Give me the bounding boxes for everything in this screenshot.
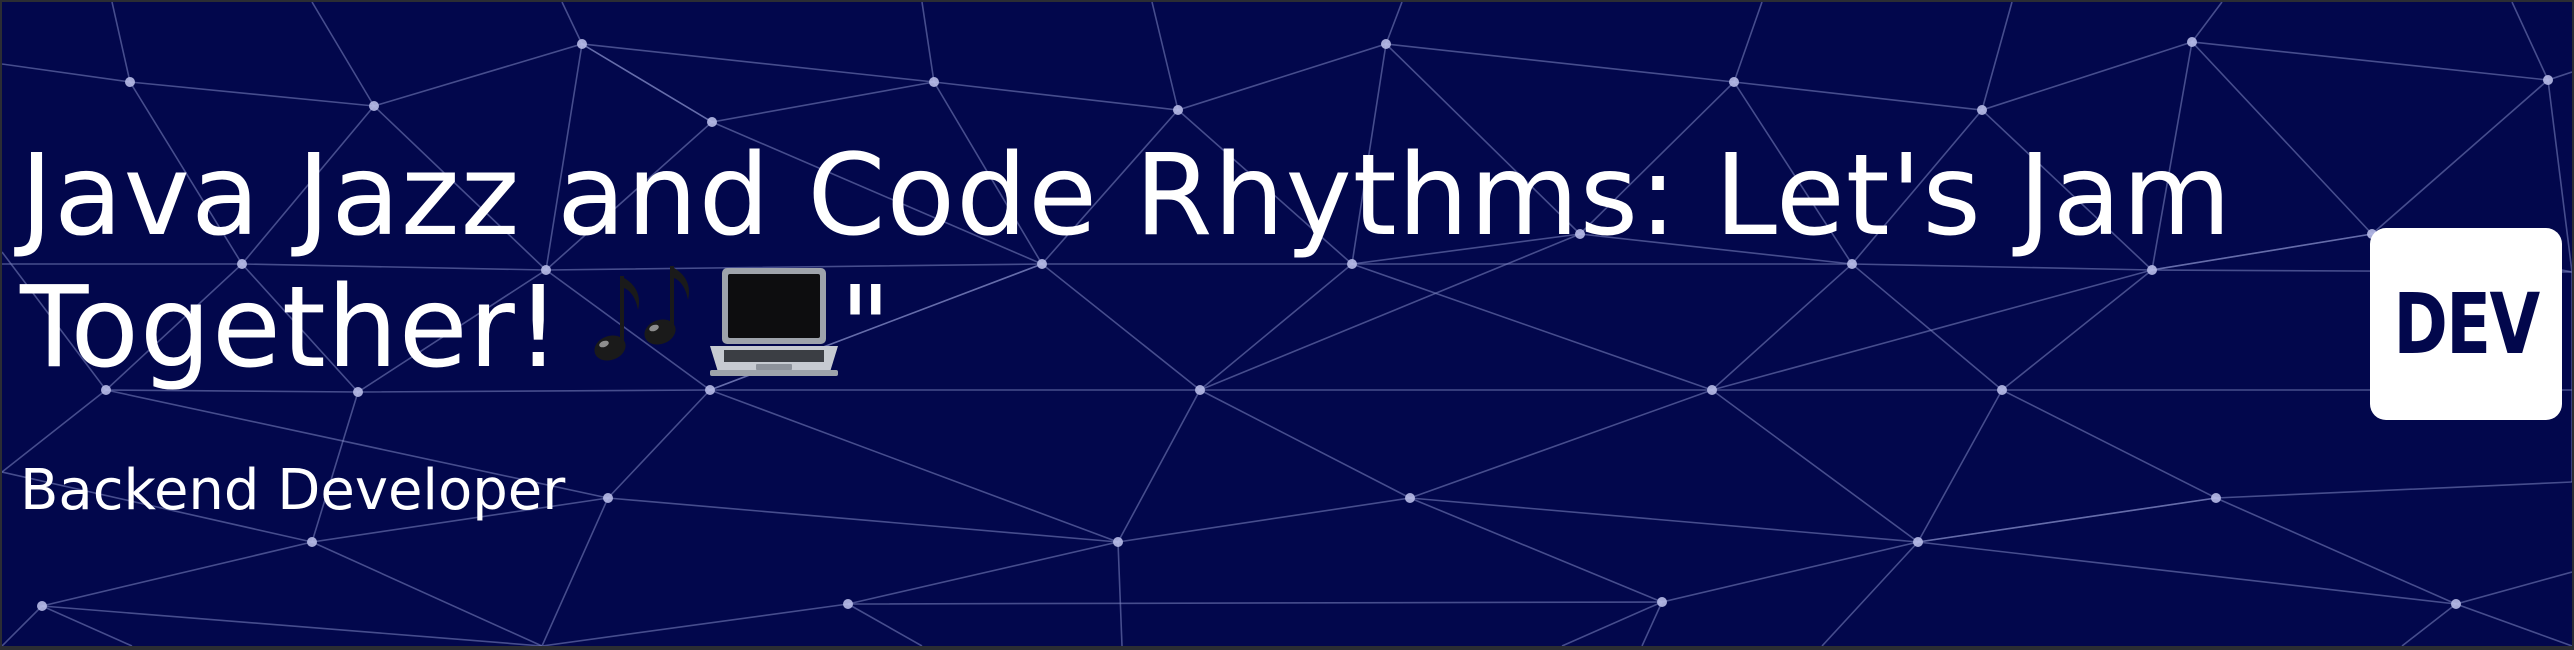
cover-banner: Java Jazz and Code Rhythms: Let's Jam To… xyxy=(2,2,2572,646)
dev-logo-text: DEV xyxy=(2393,275,2540,373)
article-title: Java Jazz and Code Rhythms: Let's Jam To… xyxy=(20,130,2350,406)
dev-logo[interactable]: DEV xyxy=(2370,228,2562,420)
laptop-icon xyxy=(709,268,838,376)
article-title-text: Java Jazz and Code Rhythms: Let's Jam To… xyxy=(20,131,2233,393)
bottom-border xyxy=(0,646,2574,650)
emoji-group xyxy=(588,266,840,406)
title-trailing-quote: " xyxy=(839,263,893,393)
author-role: Backend Developer xyxy=(20,458,566,523)
musical-notes-icon xyxy=(594,266,689,361)
